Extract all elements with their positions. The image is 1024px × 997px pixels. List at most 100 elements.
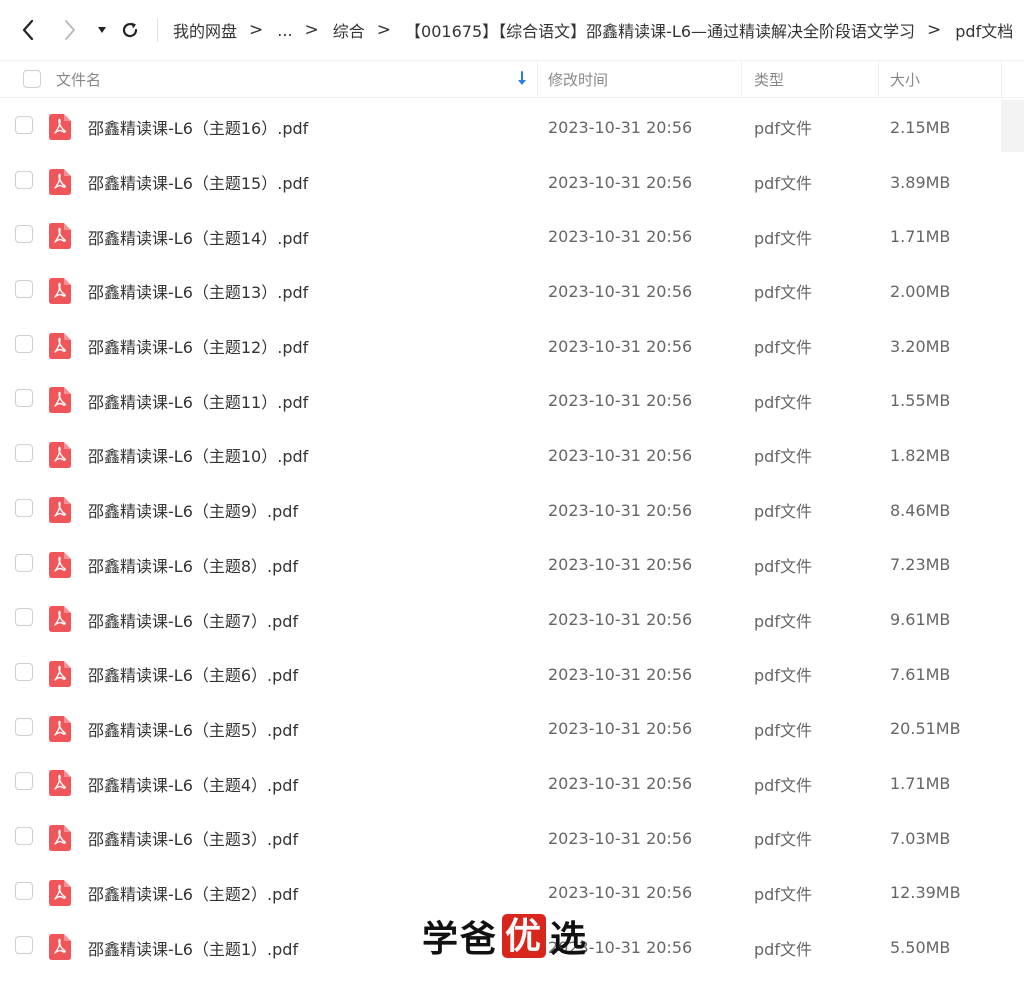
file-name[interactable]: 邵鑫精读课-L6（主题1）.pdf bbox=[88, 920, 298, 975]
table-row[interactable]: 邵鑫精读课-L6（主题13）.pdf 2023-10-31 20:56 pdf文件 2… bbox=[0, 264, 1024, 319]
file-modified-time: 2023-10-31 20:56 bbox=[548, 172, 693, 192]
chevron-right-icon bbox=[65, 20, 75, 40]
pdf-file-icon bbox=[49, 879, 71, 906]
file-modified-time: 2023-10-31 20:56 bbox=[548, 719, 693, 739]
column-divider[interactable] bbox=[741, 61, 742, 98]
file-name[interactable]: 邵鑫精读课-L6（主题4）.pdf bbox=[88, 756, 298, 811]
row-checkbox[interactable] bbox=[15, 826, 33, 845]
row-checkbox[interactable] bbox=[15, 280, 33, 299]
file-name[interactable]: 邵鑫精读课-L6（主题3）.pdf bbox=[88, 811, 298, 866]
column-header-type[interactable]: 类型 bbox=[754, 61, 784, 98]
file-name[interactable]: 邵鑫精读课-L6（主题14）.pdf bbox=[88, 209, 308, 264]
file-type: pdf文件 bbox=[754, 283, 812, 303]
breadcrumb-separator: > bbox=[304, 20, 319, 40]
breadcrumb-separator: > bbox=[927, 20, 942, 40]
row-checkbox[interactable] bbox=[15, 116, 33, 134]
file-name[interactable]: 邵鑫精读课-L6（主题15）.pdf bbox=[88, 155, 308, 210]
pdf-file-icon bbox=[49, 278, 71, 305]
file-type: pdf文件 bbox=[754, 502, 812, 522]
file-name[interactable]: 邵鑫精读课-L6（主题16）.pdf bbox=[88, 100, 308, 155]
breadcrumb-item-general[interactable]: 综合 bbox=[333, 18, 365, 42]
file-name[interactable]: 邵鑫精读课-L6（主题11）.pdf bbox=[88, 373, 308, 428]
column-header-size[interactable]: 大小 bbox=[890, 61, 920, 98]
row-checkbox[interactable] bbox=[15, 608, 33, 627]
table-row[interactable]: 邵鑫精读课-L6（主题15）.pdf 2023-10-31 20:56 pdf文件 3… bbox=[0, 155, 1024, 210]
table-row[interactable]: 邵鑫精读课-L6（主题14）.pdf 2023-10-31 20:56 pdf文件 1… bbox=[0, 209, 1024, 264]
file-size: 8.46MB bbox=[890, 500, 951, 520]
breadcrumb-item-my-drive[interactable]: 我的网盘 bbox=[173, 18, 237, 42]
file-name[interactable]: 邵鑫精读课-L6（主题13）.pdf bbox=[88, 264, 308, 319]
file-modified-time: 2023-10-31 20:56 bbox=[548, 336, 693, 356]
row-checkbox[interactable] bbox=[15, 936, 33, 955]
file-modified-time: 2023-10-31 20:56 bbox=[548, 828, 693, 848]
table-row[interactable]: 邵鑫精读课-L6（主题9）.pdf 2023-10-31 20:56 pdf文件 8.… bbox=[0, 483, 1024, 538]
breadcrumb-item-ellipsis[interactable]: ... bbox=[277, 21, 292, 40]
breadcrumb-separator: > bbox=[376, 20, 392, 40]
table-row[interactable]: 邵鑫精读课-L6（主题7）.pdf 2023-10-31 20:56 pdf文件 9.… bbox=[0, 592, 1024, 647]
row-checkbox[interactable] bbox=[15, 662, 33, 681]
file-name[interactable]: 邵鑫精读课-L6（主题6）.pdf bbox=[88, 647, 298, 702]
row-checkbox[interactable] bbox=[15, 772, 33, 791]
file-type: pdf文件 bbox=[754, 392, 812, 412]
file-name[interactable]: 邵鑫精读课-L6（主题12）.pdf bbox=[88, 319, 308, 374]
file-type: pdf文件 bbox=[754, 119, 812, 139]
row-checkbox[interactable] bbox=[15, 225, 33, 244]
table-row[interactable]: 邵鑫精读课-L6（主题3）.pdf 2023-10-31 20:56 pdf文件 7.… bbox=[0, 811, 1024, 866]
pdf-file-icon bbox=[49, 442, 71, 469]
breadcrumb-item-course-folder[interactable]: 【001675】【综合语文】邵鑫精读课-L6—通过精读解决全阶段语文学习 bbox=[405, 18, 915, 42]
file-name[interactable]: 邵鑫精读课-L6（主题5）.pdf bbox=[88, 702, 298, 757]
table-row[interactable]: 邵鑫精读课-L6（主题8）.pdf 2023-10-31 20:56 pdf文件 7.… bbox=[0, 538, 1024, 593]
pdf-file-icon bbox=[49, 551, 71, 578]
history-dropdown-button[interactable] bbox=[92, 16, 112, 44]
column-header-modified-time[interactable]: 修改时间 bbox=[548, 61, 608, 98]
table-row[interactable]: 邵鑫精读课-L6（主题5）.pdf 2023-10-31 20:56 pdf文件 20… bbox=[0, 702, 1024, 757]
file-size: 1.71MB bbox=[890, 774, 951, 794]
forward-button[interactable] bbox=[58, 16, 82, 44]
table-row[interactable]: 邵鑫精读课-L6（主题11）.pdf 2023-10-31 20:56 pdf文件 1… bbox=[0, 373, 1024, 428]
file-name[interactable]: 邵鑫精读课-L6（主题7）.pdf bbox=[88, 592, 298, 647]
file-size: 1.71MB bbox=[890, 227, 951, 247]
file-type: pdf文件 bbox=[754, 556, 812, 576]
file-name[interactable]: 邵鑫精读课-L6（主题10）.pdf bbox=[88, 428, 308, 483]
watermark-text: 选 bbox=[550, 918, 589, 960]
table-row[interactable]: 邵鑫精读课-L6（主题6）.pdf 2023-10-31 20:56 pdf文件 7.… bbox=[0, 647, 1024, 702]
file-size: 3.20MB bbox=[890, 336, 951, 356]
sort-down-arrow-icon[interactable] bbox=[515, 70, 529, 88]
pdf-file-icon bbox=[49, 934, 71, 961]
file-size: 7.61MB bbox=[890, 664, 951, 684]
table-row[interactable]: 邵鑫精读课-L6（主题4）.pdf 2023-10-31 20:56 pdf文件 1.… bbox=[0, 756, 1024, 811]
row-checkbox[interactable] bbox=[15, 170, 33, 189]
breadcrumb-item-pdf-docs[interactable]: pdf文档 bbox=[955, 18, 1013, 42]
row-checkbox[interactable] bbox=[15, 389, 33, 408]
file-type: pdf文件 bbox=[754, 174, 812, 194]
table-row[interactable]: 邵鑫精读课-L6（主题12）.pdf 2023-10-31 20:56 pdf文件 3… bbox=[0, 319, 1024, 374]
row-checkbox[interactable] bbox=[15, 334, 33, 353]
file-name[interactable]: 邵鑫精读课-L6（主题9）.pdf bbox=[88, 483, 298, 538]
pdf-file-icon bbox=[49, 715, 71, 742]
file-name[interactable]: 邵鑫精读课-L6（主题8）.pdf bbox=[88, 538, 298, 593]
column-divider[interactable] bbox=[537, 61, 538, 98]
table-row[interactable]: 邵鑫精读课-L6（主题10）.pdf 2023-10-31 20:56 pdf文件 1… bbox=[0, 428, 1024, 483]
watermark-logo: 学爸 优 选 bbox=[422, 912, 588, 960]
pdf-file-icon bbox=[49, 824, 71, 851]
row-checkbox[interactable] bbox=[15, 553, 33, 572]
file-modified-time: 2023-10-31 20:56 bbox=[548, 281, 693, 301]
column-divider[interactable] bbox=[878, 61, 879, 98]
file-list: 邵鑫精读课-L6（主题16）.pdf 2023-10-31 20:56 pdf文件 2… bbox=[0, 100, 1024, 975]
row-checkbox[interactable] bbox=[15, 881, 33, 900]
row-checkbox[interactable] bbox=[15, 444, 33, 463]
back-button[interactable] bbox=[16, 16, 40, 44]
column-header-name[interactable]: 文件名 bbox=[56, 61, 101, 98]
file-type: pdf文件 bbox=[754, 939, 812, 959]
pdf-file-icon bbox=[49, 496, 71, 523]
file-name[interactable]: 邵鑫精读课-L6（主题2）.pdf bbox=[88, 866, 298, 921]
file-size: 7.23MB bbox=[890, 555, 951, 575]
file-modified-time: 2023-10-31 20:56 bbox=[548, 391, 693, 411]
select-all-checkbox[interactable] bbox=[23, 70, 41, 88]
toolbar: 我的网盘 > ... > 综合 > 【001675】【综合语文】邵鑫精读课-L6… bbox=[0, 0, 1024, 60]
refresh-button[interactable] bbox=[118, 16, 142, 44]
row-checkbox[interactable] bbox=[15, 717, 33, 736]
table-row[interactable]: 邵鑫精读课-L6（主题16）.pdf 2023-10-31 20:56 pdf文件 2… bbox=[0, 100, 1024, 155]
row-checkbox[interactable] bbox=[15, 498, 33, 517]
file-size: 7.03MB bbox=[890, 828, 951, 848]
